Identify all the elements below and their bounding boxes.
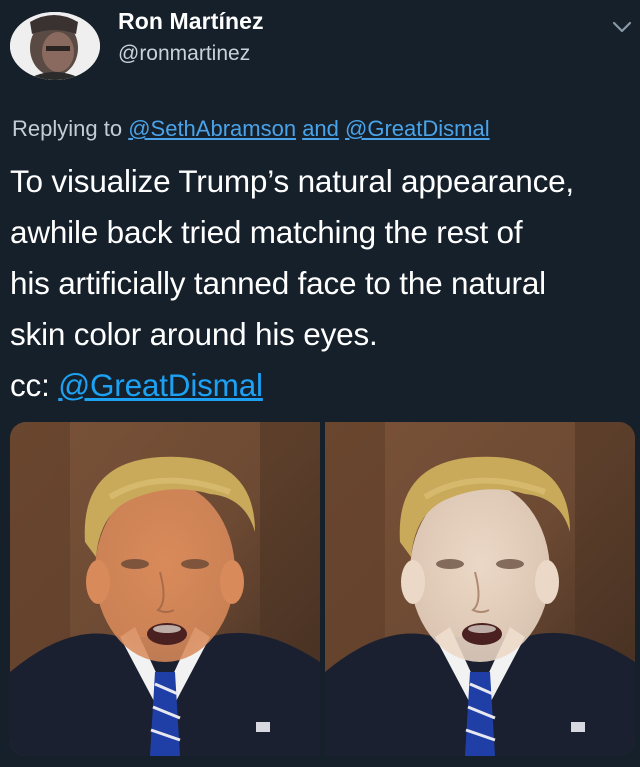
tweet: Ron Martínez @ronmartinez Replying to @S… (0, 0, 640, 767)
reply-joiner[interactable]: and (302, 116, 339, 141)
original-tan-photo[interactable] (10, 422, 320, 756)
mention-link[interactable]: @GreatDismal (58, 367, 263, 403)
reply-context: Replying to @SethAbramson and @GreatDism… (12, 116, 490, 142)
natural-color-photo[interactable] (325, 422, 635, 756)
tweet-text-line: his artificially tanned face to the natu… (10, 265, 546, 301)
mention-link[interactable]: @GreatDismal (345, 116, 490, 141)
avatar[interactable] (10, 12, 100, 80)
mention-link[interactable]: @SethAbramson (128, 116, 296, 141)
tweet-text-line: awhile back tried matching the rest of (10, 214, 523, 250)
reply-prefix: Replying to (12, 116, 123, 141)
tweet-text-line: skin color around his eyes. (10, 316, 378, 352)
profile-photo (10, 12, 100, 80)
cc-prefix: cc: (10, 367, 50, 403)
media-grid (10, 422, 635, 756)
display-name[interactable]: Ron Martínez (118, 8, 264, 35)
tweet-text: To visualize Trump’s natural appearance,… (10, 156, 635, 411)
cc-line: cc: @GreatDismal (10, 360, 635, 411)
chevron-down-icon[interactable] (612, 20, 632, 34)
tweet-text-line: To visualize Trump’s natural appearance, (10, 163, 574, 199)
user-handle[interactable]: @ronmartinez (118, 42, 250, 66)
